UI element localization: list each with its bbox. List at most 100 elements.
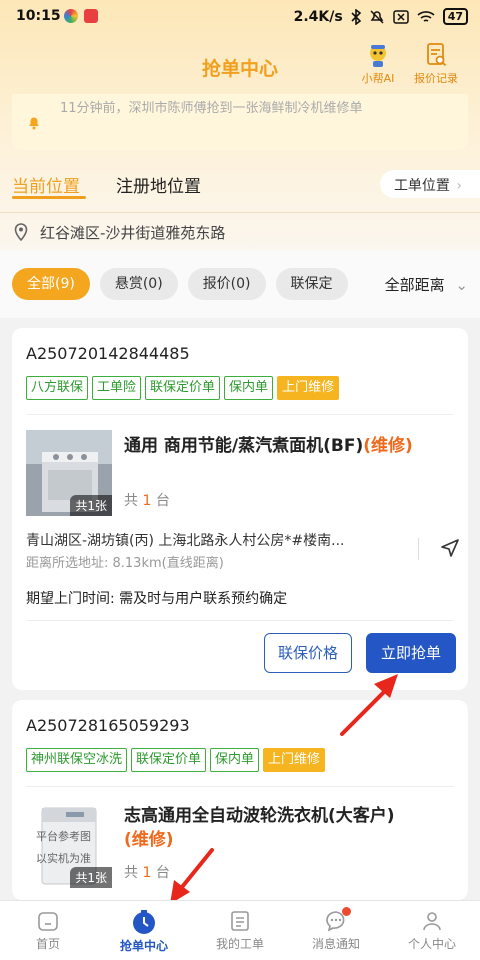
network-speed: 2.4K/s — [293, 8, 343, 25]
qty-prefix: 共 — [124, 865, 138, 881]
repair-label: (维修) — [124, 830, 174, 850]
distance-label: 全部距离 — [384, 276, 445, 294]
filter-chip-quote[interactable]: 报价(0) — [187, 268, 266, 300]
order-card[interactable]: A250720142844485 八方联保 工单险 联保定价单 保内单 上门维修 共1张… — [12, 328, 468, 690]
order-tag: 神州联保空冰洗 — [26, 748, 128, 772]
chevron-right-icon: › — [456, 178, 462, 194]
divider — [26, 786, 454, 787]
warranty-price-button[interactable]: 联保价格 — [264, 633, 352, 673]
active-tab-indicator — [12, 196, 86, 199]
divider — [418, 538, 419, 560]
quote-records-label: 报价记录 — [414, 72, 458, 85]
filter-chip-all[interactable]: 全部(9) — [12, 268, 90, 300]
order-tag: 八方联保 — [26, 376, 89, 400]
location-tabs: 当前位置 注册地位置 工单位置 › — [0, 160, 480, 208]
tab-registered-location[interactable]: 注册地位置 — [116, 172, 201, 197]
product-name: 通用 商用节能/蒸汽煮面机(BF)(维修) — [124, 434, 454, 458]
user-icon — [423, 912, 441, 931]
nav-messages[interactable]: 消息通知 — [288, 901, 384, 960]
nav-label: 首页 — [35, 937, 60, 951]
nav-my-orders[interactable]: 我的工单 — [192, 901, 288, 960]
wifi-icon — [417, 10, 435, 22]
photo-count: 共1张 — [70, 867, 112, 888]
nav-grab-center[interactable]: 抢单中心 — [96, 901, 192, 960]
product-quantity: 共 1 台 — [124, 862, 170, 882]
tab-current-location[interactable]: 当前位置 — [12, 172, 80, 197]
qty-prefix: 共 — [124, 493, 138, 509]
order-distance: 距离所选地址: 8.13km(直线距离) — [26, 556, 224, 571]
product-title: 通用 商用节能/蒸汽煮面机(BF) — [124, 436, 364, 456]
order-tag: 联保定价单 — [131, 748, 207, 772]
qty-unit: 台 — [155, 865, 170, 881]
filter-chip-warranty[interactable]: 联保定 — [275, 268, 348, 300]
product-photo[interactable]: 共1张 — [26, 430, 112, 516]
status-bar: 10:15 2.4K/s 47 — [0, 0, 480, 34]
order-tag: 联保定价单 — [145, 376, 221, 400]
robot-mascot-icon — [370, 45, 386, 67]
app-header: 抢单中心 小帮AI 报价记录 — [0, 34, 480, 94]
order-tag: 保内单 — [210, 748, 260, 772]
order-tags: 八方联保 工单险 联保定价单 保内单 上门维修 — [26, 376, 343, 400]
qty-value: 1 — [142, 865, 152, 881]
qty-value: 1 — [142, 493, 152, 509]
assistant-ai-label: 小帮AI — [361, 72, 395, 85]
navigate-icon[interactable] — [440, 538, 460, 558]
bell-icon — [29, 117, 39, 130]
nav-home[interactable]: 首页 — [0, 901, 96, 960]
product-name: 志高通用全自动波轮洗衣机(大客户) (维修) — [124, 804, 454, 852]
order-list-icon — [231, 911, 249, 931]
status-app-icons — [64, 9, 98, 23]
product-quantity: 共 1 台 — [124, 490, 170, 510]
photo-watermark: 平台参考图 — [36, 830, 91, 843]
grab-order-button[interactable]: 立即抢单 — [366, 633, 456, 673]
filter-chip-bounty[interactable]: 悬赏(0) — [99, 268, 178, 300]
order-location-button[interactable]: 工单位置 › — [379, 170, 480, 198]
divider — [26, 620, 454, 621]
photo-count: 共1张 — [70, 495, 112, 516]
distance-dropdown[interactable]: 全部距离 ⌄ — [385, 274, 468, 295]
app-notification-icon — [64, 9, 78, 23]
assistant-ai-button[interactable]: 小帮AI — [348, 42, 408, 86]
sim-off-icon — [392, 9, 409, 24]
order-address: 青山湖区-湖坊镇(丙) 上海北路永人村公房*#楼南... — [26, 533, 345, 549]
qty-unit: 台 — [155, 493, 170, 509]
current-location-row[interactable]: 红谷滩区-沙井街道雅苑东路 — [0, 212, 480, 250]
quote-records-button[interactable]: 报价记录 — [406, 42, 466, 86]
service-type-tag: 上门维修 — [263, 748, 326, 772]
battery-level: 47 — [442, 8, 468, 25]
order-tag: 保内单 — [224, 376, 274, 400]
product-title: 志高通用全自动波轮洗衣机(大客户) — [124, 806, 395, 826]
expected-visit-time: 期望上门时间: 需及时与用户联系预约确定 — [26, 591, 288, 607]
service-type-tag: 上门维修 — [277, 376, 340, 400]
order-tag: 工单险 — [92, 376, 142, 400]
bluetooth-icon — [351, 8, 361, 25]
grab-notice-banner: 11分钟前，深圳市陈师傅抢到一张海鲜制冷机维修单 — [12, 94, 468, 150]
nav-label: 我的工单 — [215, 937, 264, 951]
quote-records-icon — [427, 43, 447, 67]
home-icon — [38, 912, 58, 931]
status-time: 10:15 — [16, 8, 61, 24]
mute-icon — [370, 9, 384, 24]
stopwatch-icon — [133, 910, 155, 934]
unread-badge — [342, 907, 351, 916]
chevron-down-icon: ⌄ — [455, 276, 468, 294]
order-id: A250728165059293 — [26, 716, 190, 735]
divider — [26, 414, 454, 415]
nav-label: 个人中心 — [407, 937, 456, 951]
product-photo[interactable]: 平台参考图 以实机为准 共1张 — [26, 802, 112, 888]
filter-bar: 全部(9) 悬赏(0) 报价(0) 联保定 全部距离 ⌄ — [0, 250, 480, 318]
order-card[interactable]: A250728165059293 神州联保空冰洗 联保定价单 保内单 上门维修 平台参… — [12, 700, 468, 900]
photo-watermark: 以实机为准 — [36, 852, 91, 865]
app-notification-icon — [84, 9, 98, 23]
repair-label: (维修) — [363, 436, 413, 456]
filter-chips: 全部(9) 悬赏(0) 报价(0) 联保定 — [12, 268, 357, 300]
current-location-address: 红谷滩区-沙井街道雅苑东路 — [40, 224, 226, 242]
order-location-label: 工单位置 — [393, 178, 450, 194]
notice-text: 11分钟前，深圳市陈师傅抢到一张海鲜制冷机维修单 — [60, 101, 363, 116]
nav-label: 消息通知 — [311, 937, 360, 951]
order-id: A250720142844485 — [26, 344, 190, 363]
location-pin-icon — [14, 223, 28, 241]
nav-label: 抢单中心 — [119, 939, 168, 953]
bottom-nav: 首页 抢单中心 我的工单 消息通知 个人中心 — [0, 900, 480, 960]
nav-profile[interactable]: 个人中心 — [384, 901, 480, 960]
